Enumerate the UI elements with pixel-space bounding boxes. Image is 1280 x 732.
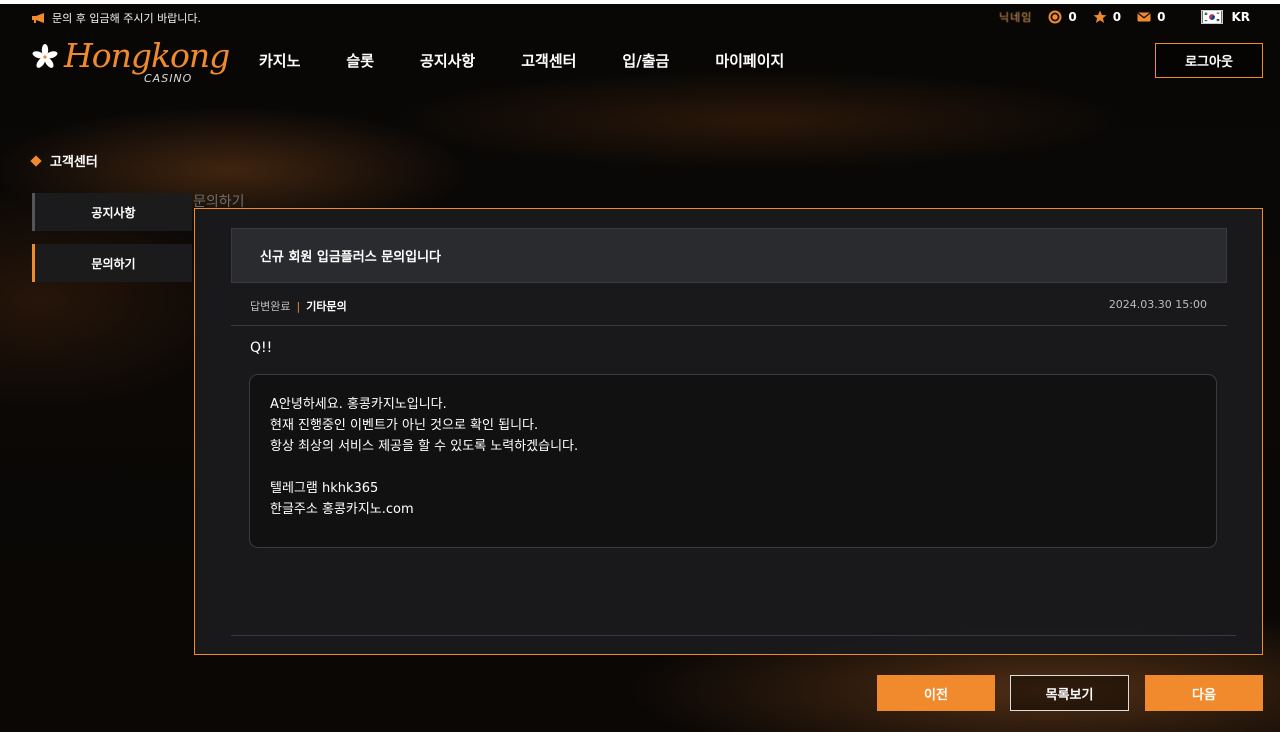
main-nav: 카지노 슬롯 공지사항 고객센터 입/출금 마이페이지 xyxy=(259,50,830,71)
nav-slot[interactable]: 슬롯 xyxy=(346,50,374,71)
sidebar-title: 고객센터 xyxy=(30,151,98,170)
coin-count: 0 xyxy=(1068,10,1077,24)
answer-line: 현재 진행중인 이벤트가 아닌 것으로 확인 됩니다. xyxy=(270,418,539,433)
mail-icon xyxy=(1137,12,1151,22)
coin-balance[interactable]: 0 xyxy=(1048,10,1077,24)
language-selector[interactable]: KR xyxy=(1201,10,1250,24)
point-balance[interactable]: 0 xyxy=(1093,10,1121,24)
inquiry-meta: 답변완료 | 기타문의 xyxy=(250,298,347,314)
bauhinia-flower-icon xyxy=(32,44,58,68)
inquiry-title: 신규 회원 입금플러스 문의입니다 xyxy=(231,228,1227,283)
notice-text: 문의 후 입금해 주시기 바랍니다. xyxy=(52,12,202,25)
korea-flag-icon xyxy=(1201,10,1224,24)
inquiry-category: 기타문의 xyxy=(306,300,347,313)
answer-line xyxy=(270,457,1216,478)
sidebar-item-inquiry[interactable]: 문의하기 xyxy=(32,244,192,282)
nav-casino[interactable]: 카지노 xyxy=(259,50,300,71)
nav-customer-center[interactable]: 고객센터 xyxy=(521,50,576,71)
language-code: KR xyxy=(1231,10,1250,24)
logout-button[interactable]: 로그아웃 xyxy=(1155,43,1263,78)
answer-line: 한글주소 홍콩카지노.com xyxy=(270,502,414,517)
nav-deposit-withdraw[interactable]: 입/출금 xyxy=(622,50,669,71)
prev-button[interactable]: 이전 xyxy=(877,675,995,711)
point-count: 0 xyxy=(1112,10,1122,24)
inquiry-detail-panel: 신규 회원 입금플러스 문의입니다 답변완료 | 기타문의 2024.03.30… xyxy=(194,208,1263,655)
site-logo[interactable]: Hongkong CASINO xyxy=(32,36,230,88)
mail-count: 0 xyxy=(1157,10,1166,24)
answer-box: A안녕하세요. 홍콩카지노입니다. 현재 진행중인 이벤트가 아닌 것으로 확인… xyxy=(249,374,1217,548)
answer-status: 답변완료 xyxy=(250,300,291,313)
answer-line: 항상 최상의 서비스 제공을 할 수 있도록 노력하겠습니다. xyxy=(270,439,579,454)
meta-separator: | xyxy=(296,299,301,313)
nickname: 닉네임 xyxy=(999,11,1033,24)
logo-name: Hongkong xyxy=(64,36,230,75)
megaphone-icon xyxy=(32,13,44,23)
mail-balance[interactable]: 0 xyxy=(1137,10,1165,24)
answer-line: 텔레그램 hkhk365 xyxy=(270,481,379,496)
diamond-icon xyxy=(30,154,42,167)
answer-line: A안녕하세요. 홍콩카지노입니다. xyxy=(270,397,447,412)
sidebar-item-notice[interactable]: 공지사항 xyxy=(32,193,192,231)
divider xyxy=(231,325,1227,326)
coin-icon xyxy=(1048,10,1062,24)
nav-mypage[interactable]: 마이페이지 xyxy=(715,50,784,71)
star-icon xyxy=(1093,10,1107,23)
sidebar-title-text: 고객센터 xyxy=(50,155,98,170)
logo-subtitle: CASINO xyxy=(144,72,193,85)
top-strip xyxy=(0,0,1280,4)
list-button[interactable]: 목록보기 xyxy=(1010,675,1129,711)
user-status-bar: 닉네임 0 0 0 KR xyxy=(999,9,1250,25)
next-button[interactable]: 다음 xyxy=(1145,675,1263,711)
question-text: Q!! xyxy=(250,340,273,356)
divider xyxy=(231,635,1236,636)
nav-notice[interactable]: 공지사항 xyxy=(420,50,475,71)
inquiry-date: 2024.03.30 15:00 xyxy=(1108,298,1207,311)
notice-bar: 문의 후 입금해 주시기 바랍니다. xyxy=(32,10,201,26)
